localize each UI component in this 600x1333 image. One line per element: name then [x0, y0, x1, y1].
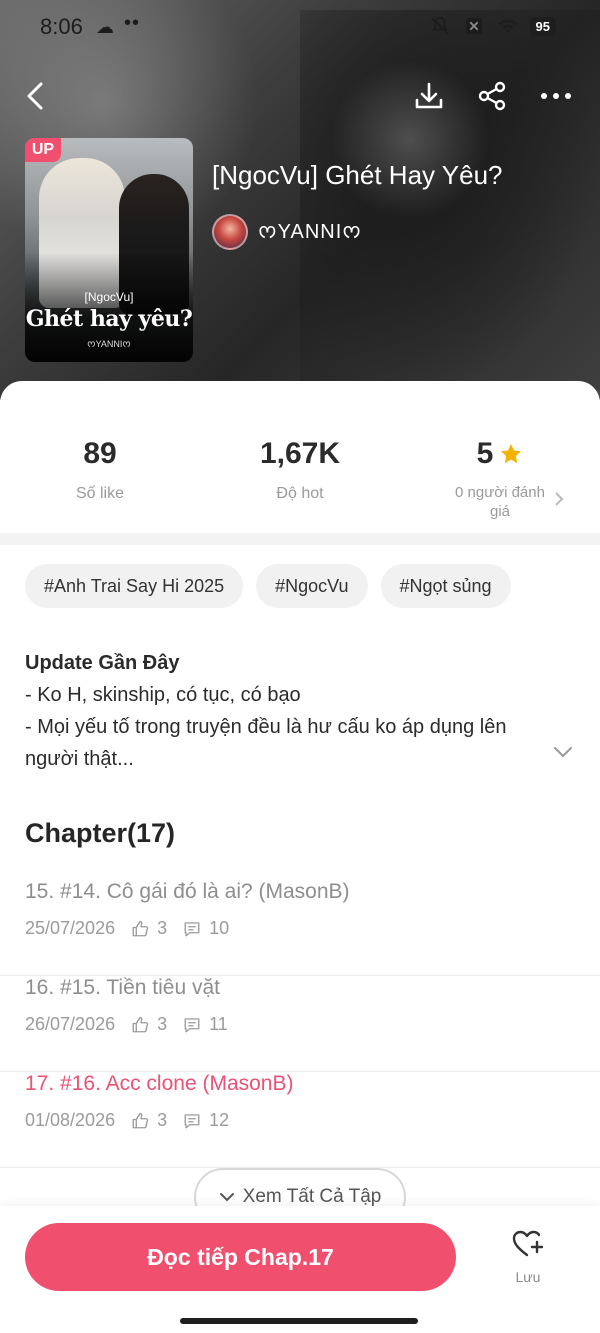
- more-notifications-icon: ••: [124, 12, 141, 34]
- update-badge: UP: [25, 138, 61, 162]
- likes-value: 89: [83, 437, 117, 470]
- cover-title: Ghét hay yêu?: [25, 306, 193, 332]
- stat-rating[interactable]: 5 0 người đánh giá: [400, 437, 600, 521]
- see-all-label: Xem Tất Cả Tập: [242, 1186, 382, 1207]
- hot-value: 1,67K: [259, 437, 341, 470]
- author-avatar: [212, 214, 248, 250]
- chapter-name: 16. #15. Tiền tiêu vặt: [25, 976, 220, 999]
- chapter-likes: 3: [157, 918, 168, 938]
- cover-author: ᰔYANNIᰔ: [87, 339, 131, 349]
- chapter-name: 15. #14. Cô gái đó là ai? (MasonB): [25, 880, 350, 903]
- tag-chip[interactable]: #NgocVu: [256, 564, 368, 608]
- description-line: - Mọi yếu tố trong truyện đều là hư cấu …: [25, 716, 507, 770]
- tag-chip[interactable]: #Anh Trai Say Hi 2025: [25, 564, 244, 608]
- chapter-comments: 10: [209, 918, 230, 938]
- rating-value: 5: [476, 437, 494, 470]
- chapter-item[interactable]: 16. #15. Tiền tiêu vặt 26/07/2026 3 11: [0, 976, 600, 1072]
- book-cover[interactable]: [NgocVu] Ghét hay yêu? ᰔYANNIᰔ: [25, 138, 193, 362]
- rating-label: 0 người đánh giá: [455, 484, 545, 520]
- chapter-comments: 11: [209, 1014, 228, 1034]
- more-icon: [541, 93, 571, 99]
- download-button[interactable]: [409, 76, 449, 116]
- download-icon: [415, 82, 443, 109]
- comment-icon: [184, 921, 200, 936]
- author-name: ᰔYANNIᰔ: [258, 221, 362, 243]
- book-title: [NgocVu] Ghét Hay Yêu?: [212, 160, 503, 190]
- more-options-button[interactable]: [536, 76, 576, 116]
- save-label: Lưu: [515, 1269, 541, 1285]
- chevron-down-icon: [554, 747, 572, 758]
- continue-reading-button[interactable]: Đọc tiếp Chap.17: [25, 1223, 456, 1291]
- expand-description-button[interactable]: [552, 745, 574, 764]
- chapter-date: 26/07/2026: [25, 1014, 116, 1034]
- stats-row: 89 Số like 1,67K Độ hot 5 0 người đánh g…: [0, 381, 600, 531]
- cover-subtitle: [NgocVu]: [84, 290, 134, 304]
- thumb-up-icon: [132, 1016, 149, 1032]
- author-link[interactable]: ᰔYANNIᰔ: [212, 214, 362, 250]
- section-divider: [0, 533, 600, 545]
- close-box-icon: [462, 14, 486, 38]
- hot-label: Độ hot: [276, 485, 324, 502]
- content-card: 89 Số like 1,67K Độ hot 5 0 người đánh g…: [0, 381, 600, 1333]
- save-button[interactable]: Lưu: [498, 1228, 558, 1298]
- chapter-comments: 12: [209, 1110, 230, 1130]
- thumb-up-icon: [132, 920, 149, 936]
- tag-chip[interactable]: #Ngọt sủng: [380, 564, 511, 608]
- comment-icon: [184, 1113, 200, 1128]
- thumb-up-icon: [132, 1112, 149, 1128]
- chevron-right-icon: [554, 491, 564, 512]
- chapter-item[interactable]: 15. #14. Cô gái đó là ai? (MasonB) 25/07…: [0, 880, 600, 976]
- cloud-icon: ☁: [96, 17, 114, 37]
- bottom-action-bar: Đọc tiếp Chap.17 Lưu: [0, 1206, 600, 1333]
- share-button[interactable]: [472, 76, 512, 116]
- chapter-likes: 3: [157, 1110, 168, 1130]
- description[interactable]: Update Gần Đây - Ko H, skinship, có tục,…: [25, 647, 565, 775]
- back-icon: [27, 82, 43, 110]
- battery-indicator: 95: [529, 16, 556, 36]
- back-button[interactable]: [16, 76, 56, 116]
- share-icon: [478, 81, 506, 111]
- chapter-date: 25/07/2026: [25, 918, 116, 938]
- description-line: - Ko H, skinship, có tục, có bạo: [25, 684, 301, 706]
- star-icon: [501, 444, 522, 464]
- wifi-icon: [496, 14, 520, 38]
- description-title: Update Gần Đây: [25, 652, 180, 674]
- home-indicator: [180, 1318, 418, 1324]
- status-bar: 8:06 ☁ •• 95: [0, 0, 600, 56]
- likes-label: Số like: [75, 485, 125, 502]
- chapter-item-current[interactable]: 17. #16. Acc clone (MasonB) 01/08/2026 3…: [0, 1072, 600, 1168]
- status-time: 8:06: [40, 14, 83, 39]
- chevron-down-icon: [219, 1193, 234, 1202]
- tag-list: #Anh Trai Say Hi 2025 #NgocVu #Ngọt sủng: [25, 564, 511, 608]
- mute-icon: [428, 14, 452, 38]
- chapter-date: 01/08/2026: [25, 1110, 116, 1130]
- stat-likes: 89 Số like: [0, 437, 200, 503]
- stat-hot: 1,67K Độ hot: [200, 437, 400, 503]
- heart-plus-icon: [512, 1230, 544, 1257]
- chapter-list-header: Chapter(17): [25, 818, 176, 848]
- comment-icon: [184, 1017, 200, 1032]
- chapter-likes: 3: [157, 1014, 168, 1034]
- chapter-name: 17. #16. Acc clone (MasonB): [25, 1072, 294, 1095]
